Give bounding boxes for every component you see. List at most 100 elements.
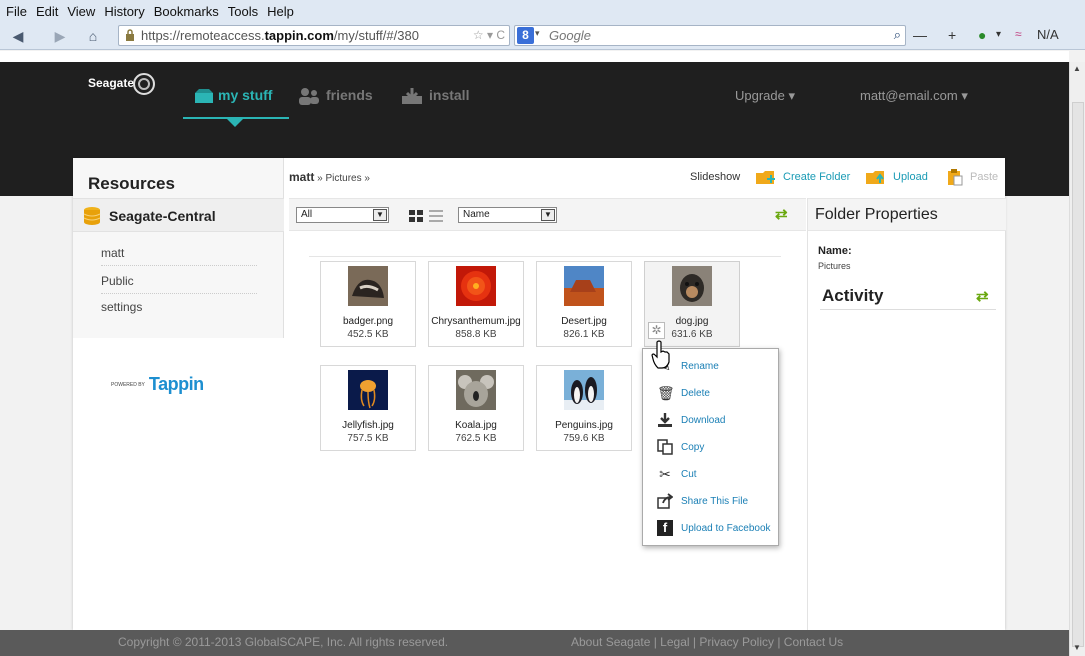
chevron-down-icon: ▼ bbox=[373, 209, 387, 221]
menu-bookmarks[interactable]: Bookmarks bbox=[154, 4, 219, 19]
seagate-logo[interactable]: Seagate bbox=[88, 76, 134, 90]
footer-links[interactable]: About Seagate | Legal | Privacy Policy |… bbox=[571, 635, 843, 649]
scissors-icon: ✂ bbox=[659, 466, 671, 482]
box-icon bbox=[195, 89, 213, 103]
list-view-icon[interactable] bbox=[429, 210, 443, 222]
folder-properties-panel: Folder Properties Name: Pictures Activit… bbox=[807, 198, 1006, 630]
url-tools[interactable]: ☆ ▾ C bbox=[473, 26, 505, 45]
activity-divider bbox=[820, 309, 996, 310]
file-tile[interactable]: Jellyfish.jpg 757.5 KB bbox=[320, 365, 416, 451]
sidebar-item-public[interactable]: Public bbox=[101, 268, 257, 294]
file-thumbnail-desert bbox=[564, 266, 604, 306]
url-bar[interactable]: https://remoteaccess.tappin.com/my/stuff… bbox=[118, 25, 510, 46]
minimize-icon[interactable]: — bbox=[913, 27, 927, 43]
file-tile[interactable]: Koala.jpg 762.5 KB bbox=[428, 365, 524, 451]
scroll-down-icon[interactable]: ▼ bbox=[1073, 643, 1081, 652]
file-size: 631.6 KB bbox=[671, 329, 713, 340]
scrollbar-thumb[interactable] bbox=[1072, 102, 1084, 647]
copy-icon bbox=[657, 439, 673, 455]
filter-select[interactable]: All ▼ bbox=[296, 207, 389, 223]
file-thumbnail-koala bbox=[456, 370, 496, 410]
history-dropdown-icon[interactable]: ▾ bbox=[487, 28, 493, 42]
menu-file[interactable]: File bbox=[6, 4, 27, 19]
activity-title: Activity bbox=[822, 286, 884, 305]
sort-select[interactable]: Name ▼ bbox=[458, 207, 557, 223]
menu-item-label: Delete bbox=[681, 388, 710, 399]
menu-item-share[interactable]: Share This File bbox=[643, 489, 780, 515]
nav-my-stuff[interactable]: my stuff bbox=[218, 87, 272, 103]
slideshow-button[interactable]: Slideshow bbox=[690, 171, 740, 183]
file-tile[interactable]: badger.png 452.5 KB bbox=[320, 261, 416, 347]
file-tile[interactable]: Penguins.jpg 759.6 KB bbox=[536, 365, 632, 451]
scroll-up-icon[interactable]: ▲ bbox=[1073, 64, 1081, 73]
search-engine-icon[interactable]: 8 bbox=[517, 27, 534, 44]
file-tile[interactable]: Desert.jpg 826.1 KB bbox=[536, 261, 632, 347]
file-name: badger.png bbox=[342, 316, 394, 327]
browser-menubar: File Edit View History Bookmarks Tools H… bbox=[0, 0, 1085, 22]
menu-item-delete[interactable]: 🗑 Delete bbox=[643, 381, 780, 407]
search-bar[interactable]: 8 ▾ Google ⌕ bbox=[514, 25, 906, 46]
search-placeholder: Google bbox=[549, 28, 591, 43]
install-icon bbox=[402, 88, 422, 104]
file-thumbnail-chrysanthemum bbox=[456, 266, 496, 306]
share-icon bbox=[657, 493, 673, 509]
url-prefix: https://remoteaccess. bbox=[141, 28, 265, 43]
menu-tools[interactable]: Tools bbox=[228, 4, 258, 19]
file-tile-selected[interactable]: ✲ dog.jpg 631.6 KB bbox=[644, 261, 740, 347]
menu-item-copy[interactable]: Copy bbox=[643, 435, 780, 461]
search-icon[interactable]: ⌕ bbox=[894, 27, 901, 43]
search-engine-dropdown-icon[interactable]: ▾ bbox=[535, 28, 540, 39]
device-header[interactable]: Seagate-Central bbox=[73, 198, 284, 232]
grid-view-icon[interactable] bbox=[409, 210, 423, 222]
menu-item-cut[interactable]: ✂ Cut bbox=[643, 462, 780, 488]
user-menu[interactable]: matt@email.com ▾ bbox=[860, 88, 968, 104]
file-name: Chrysanthemum.jpg bbox=[431, 316, 521, 327]
file-tile[interactable]: Chrysanthemum.jpg 858.8 KB bbox=[428, 261, 524, 347]
activity-refresh-icon[interactable]: ⇄ bbox=[976, 289, 992, 304]
menu-history[interactable]: History bbox=[104, 4, 144, 19]
paste-icon[interactable] bbox=[947, 169, 963, 186]
addon-globe-icon[interactable]: ● bbox=[978, 27, 986, 43]
bookmark-star-icon[interactable]: ☆ bbox=[473, 28, 484, 42]
breadcrumb-root[interactable]: matt bbox=[289, 170, 314, 184]
create-folder-button[interactable]: Create Folder bbox=[783, 171, 850, 183]
addon-dropdown-icon[interactable]: ▾ bbox=[996, 29, 1001, 40]
home-icon[interactable]: ⌂ bbox=[84, 26, 102, 46]
paste-button[interactable]: Paste bbox=[970, 171, 998, 183]
chart-addon-icon[interactable]: ≈ bbox=[1015, 27, 1022, 41]
file-thumbnail-penguins bbox=[564, 370, 604, 410]
powered-by-text: POWERED BY bbox=[111, 382, 145, 389]
menu-edit[interactable]: Edit bbox=[36, 4, 58, 19]
hand-cursor-icon bbox=[651, 340, 670, 369]
file-size: 759.6 KB bbox=[563, 433, 605, 444]
file-name: Penguins.jpg bbox=[555, 420, 613, 431]
plus-icon[interactable]: + bbox=[948, 27, 956, 43]
forward-icon[interactable]: ▶ bbox=[51, 26, 69, 46]
file-thumbnail-dog bbox=[672, 266, 712, 306]
menu-help[interactable]: Help bbox=[267, 4, 294, 19]
page-top-gap bbox=[0, 51, 1069, 62]
filter-value: All bbox=[301, 209, 313, 220]
refresh-icon[interactable]: ⇄ bbox=[775, 207, 791, 222]
menu-item-label: Upload to Facebook bbox=[681, 523, 771, 534]
device-name: Seagate-Central bbox=[109, 208, 216, 224]
page-scrollbar[interactable]: ▲ ▼ bbox=[1069, 62, 1085, 656]
upgrade-dropdown[interactable]: Upgrade ▾ bbox=[735, 88, 795, 104]
sidebar-item-matt[interactable]: matt bbox=[101, 240, 257, 266]
menu-item-facebook[interactable]: f Upload to Facebook bbox=[643, 516, 780, 542]
resources-sidebar: Resources Seagate-Central matt Public se… bbox=[73, 158, 284, 630]
upload-icon[interactable] bbox=[866, 170, 886, 185]
upload-button[interactable]: Upload bbox=[893, 171, 928, 183]
folder-properties-title: Folder Properties bbox=[808, 198, 1006, 231]
menu-view[interactable]: View bbox=[67, 4, 95, 19]
menu-item-download[interactable]: Download bbox=[643, 408, 780, 434]
reload-icon[interactable]: C bbox=[496, 28, 505, 42]
browser-toolbar: ◀ ▶ ⌂ https://remoteaccess.tappin.com/my… bbox=[0, 22, 1085, 50]
breadcrumb-path[interactable]: » Pictures » bbox=[314, 173, 370, 184]
nav-friends[interactable]: friends bbox=[326, 87, 373, 103]
sidebar-item-settings[interactable]: settings bbox=[101, 294, 257, 320]
chevron-down-icon: ▼ bbox=[541, 209, 555, 221]
nav-install[interactable]: install bbox=[429, 87, 469, 103]
back-icon[interactable]: ◀ bbox=[9, 26, 27, 46]
create-folder-icon[interactable] bbox=[756, 170, 776, 185]
